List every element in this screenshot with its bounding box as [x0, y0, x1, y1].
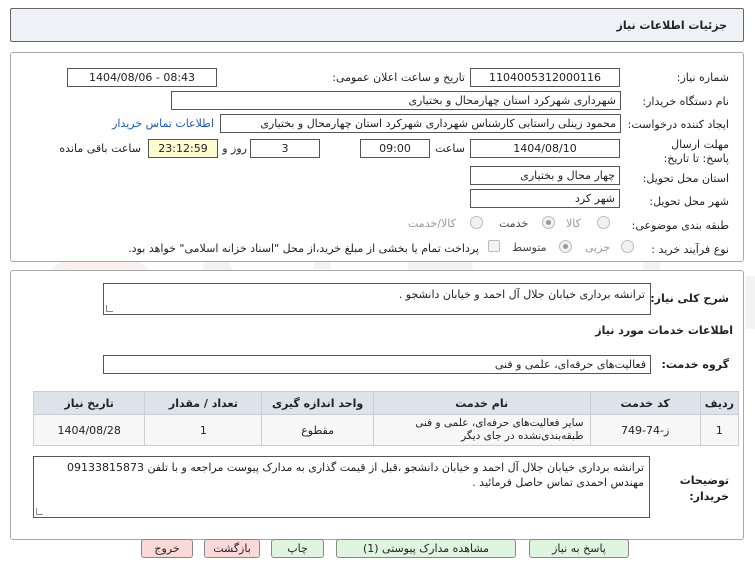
province-label: استان محل تحویل: [642, 172, 729, 185]
remaining-time-field: 23:12:59 [148, 139, 218, 158]
process-label: نوع فرآیند خرید : [651, 243, 729, 256]
category-radio-service[interactable] [542, 216, 555, 229]
time-label: ساعت [435, 142, 465, 155]
cell-row: 1 [699, 414, 740, 446]
announce-field: 1404/08/06 - 08:43 [67, 68, 217, 87]
days-label: روز و [222, 142, 247, 155]
summary-field: ترانشه برداری خیابان جلال آل احمد و خیاب… [103, 283, 651, 315]
buyer-org-field: شهرداری شهرکرد استان چهارمحال و بختیاری [171, 91, 621, 110]
resize-handle[interactable] [106, 305, 113, 312]
page-title: جزئیات اطلاعات نیاز [616, 19, 728, 32]
days-field: 3 [250, 139, 320, 158]
col-quantity: تعداد / مقدار [144, 391, 263, 415]
reply-button[interactable]: پاسخ به نیاز [529, 539, 629, 558]
service-group-label: گروه خدمت: [661, 358, 729, 371]
notes-field: ترانشه برداری خیابان جلال آل احمد و خیاب… [33, 456, 650, 518]
province-field: چهار محال و بختیاری [470, 166, 620, 185]
category-radio-goods[interactable] [597, 216, 610, 229]
col-need-date: تاریخ نیاز [32, 391, 146, 415]
remaining-label: ساعت باقی مانده [59, 142, 141, 155]
process-radio-minor[interactable] [621, 240, 634, 253]
need-number-label: شماره نیاز: [676, 71, 729, 84]
notes-label: توضیحات خریدار: [679, 474, 729, 503]
creator-label: ایجاد کننده درخواست: [627, 118, 729, 131]
treasury-payment-checkbox[interactable] [488, 240, 500, 252]
services-table: ردیف کد خدمت نام خدمت واحد اندازه گیری ت… [32, 391, 740, 446]
category-option-goods: کالا [566, 217, 581, 230]
cell-service-name: سایر فعالیت‌های حرفه‌ای، علمی و فنی طبقه… [372, 414, 591, 446]
process-radio-medium[interactable] [559, 240, 572, 253]
view-documents-button[interactable]: مشاهده مدارک پیوستی (1) [336, 539, 516, 558]
process-option-medium: متوسط [512, 241, 547, 254]
summary-text: ترانشه برداری خیابان جلال آل احمد و خیاب… [398, 288, 645, 301]
back-button[interactable]: بازگشت [204, 539, 260, 558]
category-option-goods-service: کالا/خدمت [408, 217, 456, 230]
notes-text: ترانشه برداری خیابان جلال آل احمد و خیاب… [67, 461, 644, 489]
creator-field: محمود زینلی راستابی کارشناس شهرداری شهرک… [220, 114, 621, 133]
resize-handle[interactable] [36, 508, 43, 515]
category-radio-goods-service[interactable] [470, 216, 483, 229]
col-row: ردیف [699, 391, 740, 415]
category-label: طبقه بندی موضوعی: [631, 219, 729, 232]
exit-button[interactable]: خروج [141, 539, 193, 558]
buyer-org-label: نام دستگاه خریدار: [642, 95, 729, 108]
page-header: جزئیات اطلاعات نیاز [10, 8, 744, 42]
cell-quantity: 1 [144, 414, 263, 446]
summary-label: شرح کلی نیاز: [650, 292, 729, 305]
deadline-time-field: 09:00 [360, 139, 430, 158]
buyer-contact-link[interactable]: اطلاعات تماس خریدار [112, 117, 214, 130]
city-label: شهر محل تحویل: [649, 195, 729, 208]
table-row: 1 ز-74-749 سایر فعالیت‌های حرفه‌ای، علمی… [32, 414, 740, 446]
announce-label: تاریخ و ساعت اعلان عمومی: [332, 71, 465, 84]
need-number-field: 1104005312000116 [470, 68, 620, 87]
col-service-name: نام خدمت [372, 391, 591, 415]
print-button[interactable]: چاپ [271, 539, 324, 558]
cell-need-date: 1404/08/28 [32, 414, 146, 446]
deadline-label: مهلت ارسال پاسخ: تا تاریخ: [663, 138, 729, 165]
cell-unit: مقطوع [261, 414, 374, 446]
city-field: شهر کرد [470, 189, 620, 208]
col-unit: واحد اندازه گیری [261, 391, 374, 415]
col-service-code: کد خدمت [589, 391, 701, 415]
services-heading: اطلاعات خدمات مورد نیاز [595, 324, 733, 337]
cell-service-code: ز-74-749 [589, 414, 701, 446]
process-option-minor: جزیی [585, 241, 611, 254]
table-header-row: ردیف کد خدمت نام خدمت واحد اندازه گیری ت… [32, 391, 740, 415]
category-option-service: خدمت [499, 217, 529, 230]
deadline-date-field: 1404/08/10 [470, 139, 620, 158]
treasury-payment-note: پرداخت تمام یا بخشی از مبلغ خرید،از محل … [128, 242, 479, 255]
service-group-field: فعالیت‌های حرفه‌ای، علمی و فنی [103, 355, 651, 374]
